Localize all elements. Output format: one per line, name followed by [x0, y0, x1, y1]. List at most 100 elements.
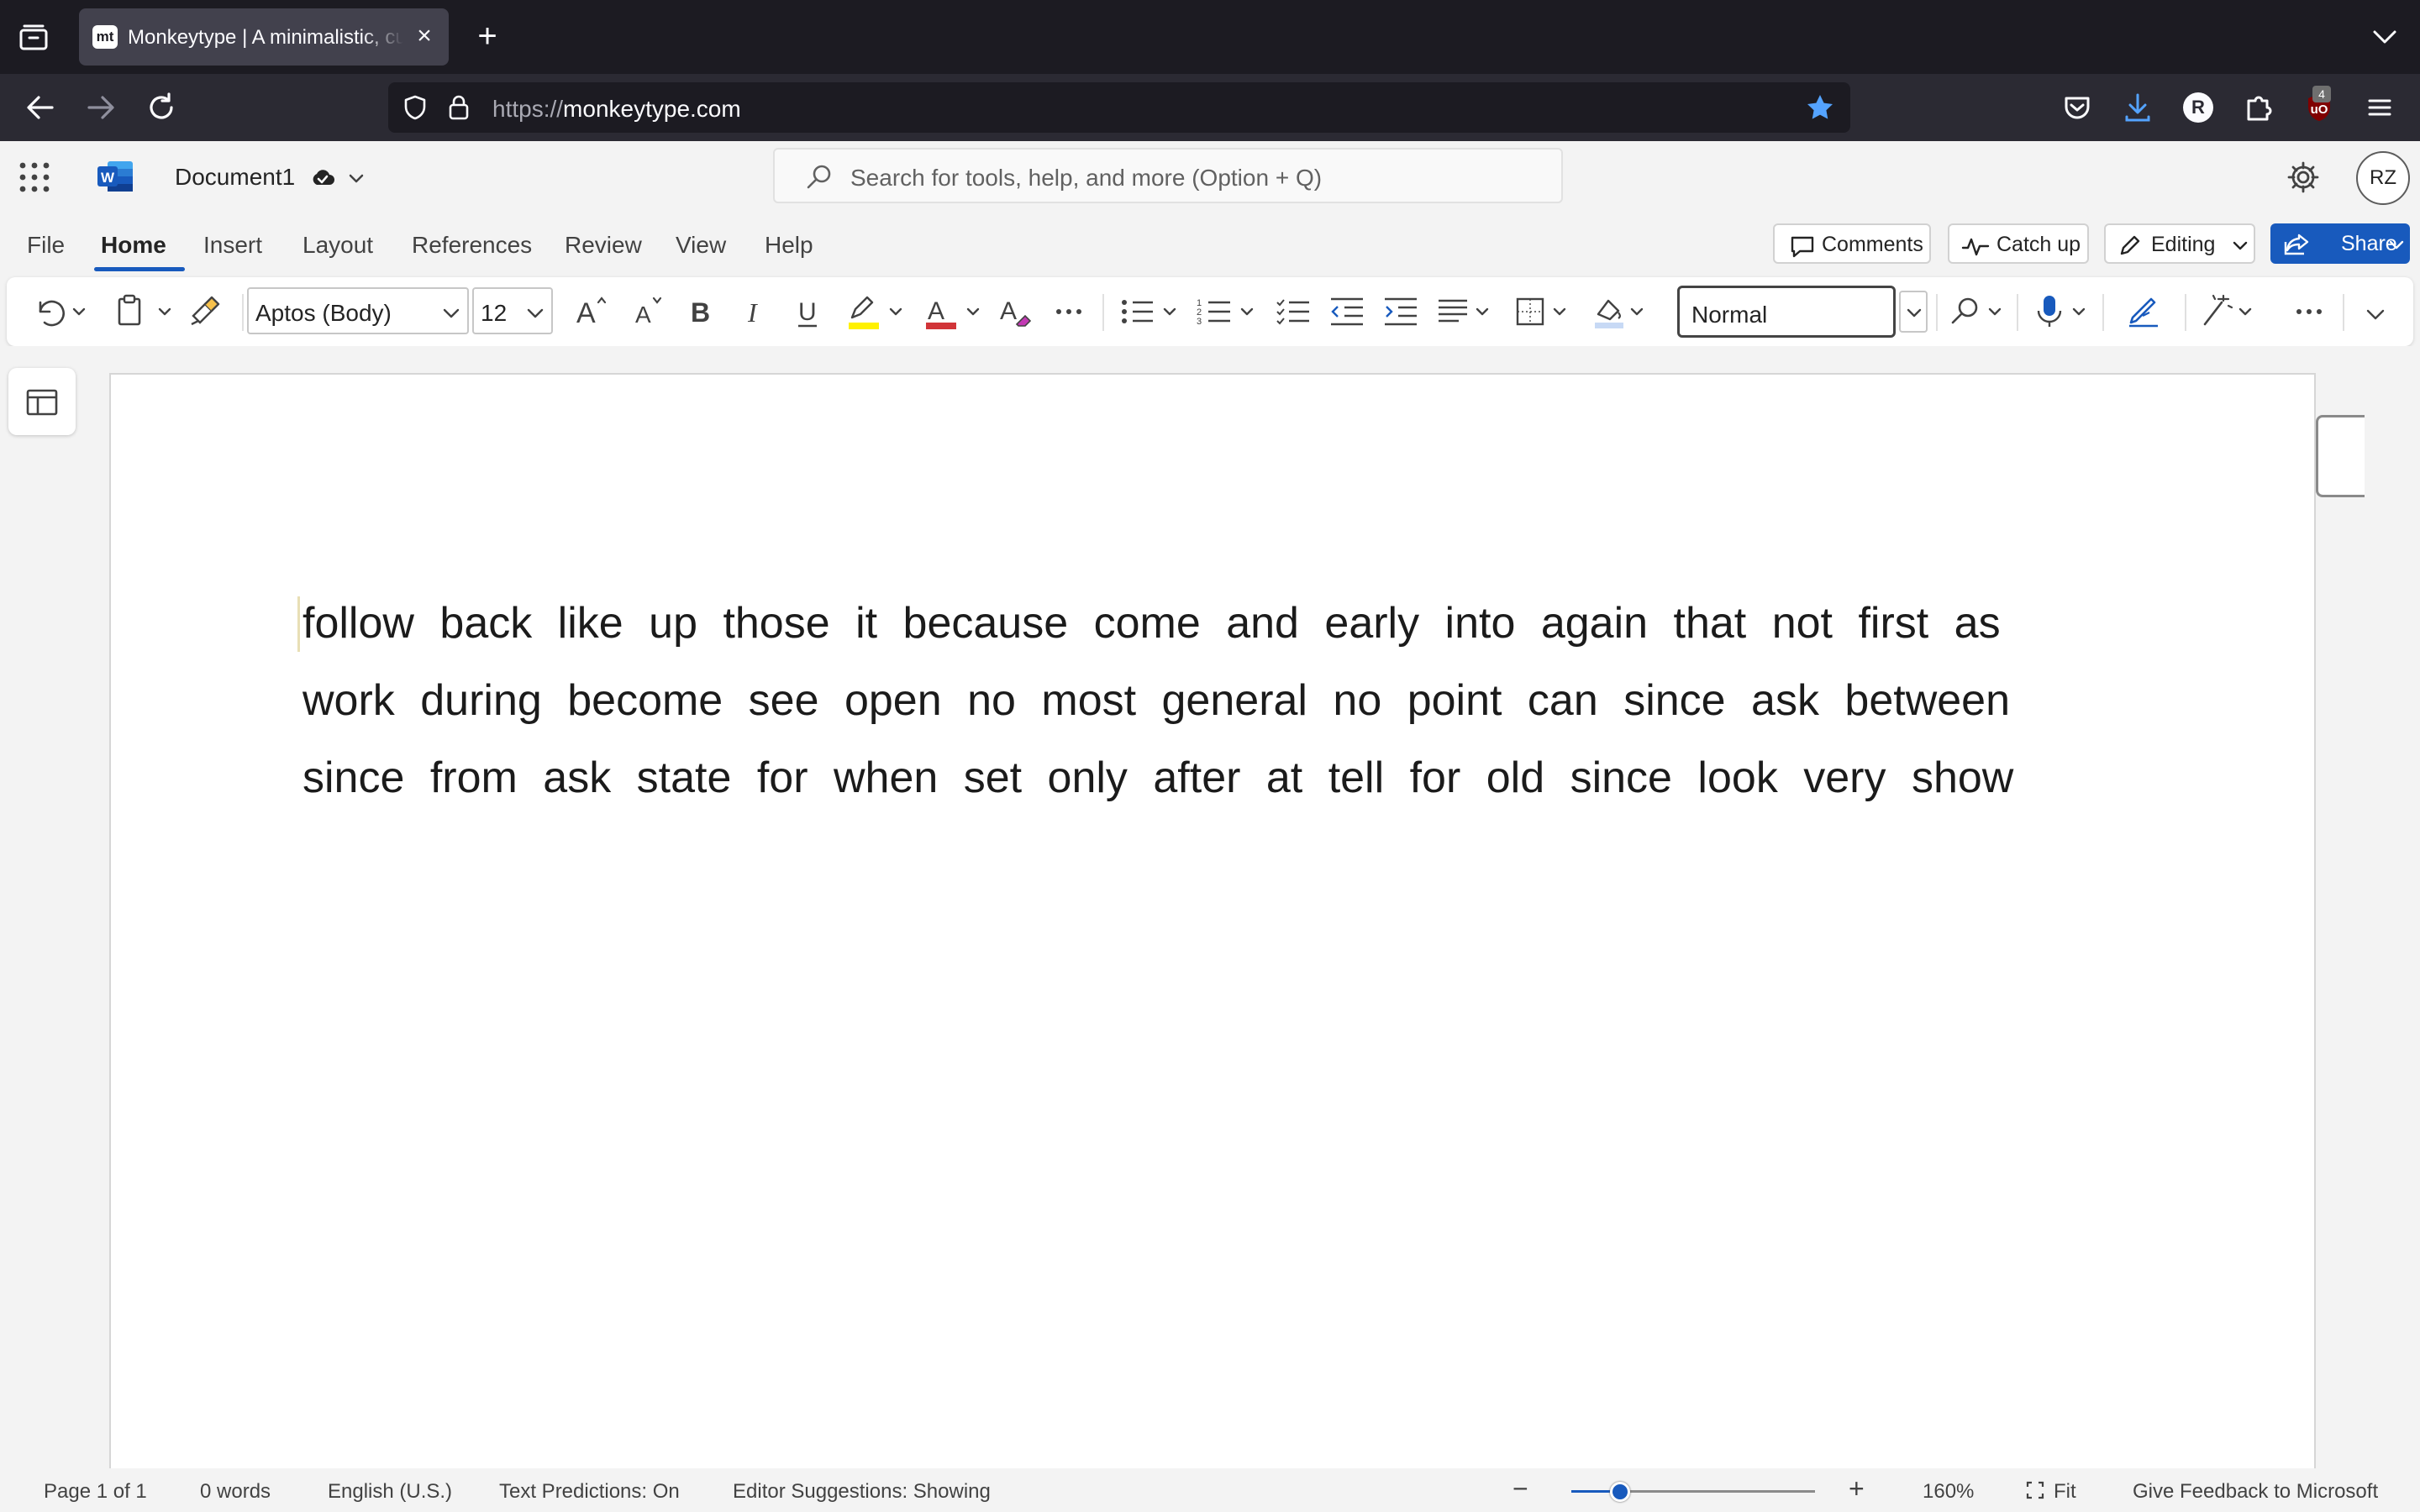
align-button[interactable] — [1434, 291, 1501, 333]
tab-overview-icon[interactable] — [18, 24, 49, 52]
tab-home[interactable]: Home — [101, 232, 166, 259]
editor-suggestions-status[interactable]: Editor Suggestions: Showing — [733, 1480, 991, 1504]
document-title[interactable]: Document1 — [175, 164, 295, 191]
tab-references[interactable]: References — [412, 232, 532, 259]
tab-list-chevron-icon[interactable] — [2370, 24, 2400, 50]
extension-count-badge: 4 — [2312, 86, 2331, 102]
tab-close-icon[interactable]: × — [412, 24, 437, 49]
new-tab-button[interactable]: + — [471, 19, 504, 54]
bullets-button[interactable] — [1116, 291, 1183, 333]
active-browser-tab[interactable]: mt Monkeytype | A minimalistic, customiz… — [79, 8, 449, 66]
checklist-icon[interactable] — [1272, 291, 1314, 333]
settings-gear-icon[interactable] — [2286, 160, 2321, 195]
monkeytype-favicon-icon: mt — [92, 25, 118, 49]
profile-avatar[interactable]: R — [2183, 92, 2213, 123]
back-button[interactable] — [22, 89, 59, 126]
more-options-icon[interactable] — [2289, 291, 2331, 333]
page-count[interactable]: Page 1 of 1 — [44, 1480, 147, 1504]
clear-formatting-icon[interactable]: A — [995, 291, 1037, 333]
text-predictions-status[interactable]: Text Predictions: On — [499, 1480, 680, 1504]
word-logo-icon[interactable]: W — [96, 160, 134, 193]
grow-font-icon[interactable]: A — [571, 291, 613, 333]
catch-up-button[interactable]: Catch up — [1948, 223, 2089, 264]
tab-insert[interactable]: Insert — [203, 232, 262, 259]
fit-button[interactable]: Fit — [2054, 1480, 2076, 1504]
tab-title: Monkeytype | A minimalistic, customizabl… — [128, 26, 403, 49]
style-gallery-chevron[interactable] — [1899, 291, 1928, 333]
tab-file[interactable]: File — [27, 232, 65, 259]
numbering-button[interactable]: 123 — [1193, 291, 1260, 333]
font-size-dropdown[interactable]: 12 — [472, 287, 553, 334]
zoom-level[interactable]: 160% — [1923, 1480, 1974, 1504]
decrease-indent-icon[interactable] — [1326, 291, 1368, 333]
tab-help[interactable]: Help — [765, 232, 813, 259]
address-bar[interactable]: https://monkeytype.com — [388, 82, 1850, 133]
editor-pen-icon[interactable] — [2124, 291, 2166, 333]
editing-mode-button[interactable]: Editing — [2104, 223, 2255, 264]
dictate-button[interactable] — [2030, 291, 2097, 333]
document-canvas: follow back like up those it because com… — [0, 346, 2420, 1468]
word-count[interactable]: 0 words — [200, 1480, 271, 1504]
forward-button[interactable] — [82, 89, 119, 126]
separator — [2185, 294, 2186, 331]
designer-button[interactable] — [2196, 291, 2264, 333]
font-color-button[interactable]: A — [919, 291, 986, 333]
increase-indent-icon[interactable] — [1380, 291, 1422, 333]
paste-button[interactable] — [111, 291, 178, 333]
zoom-slider[interactable] — [1571, 1482, 1815, 1502]
shrink-font-icon[interactable]: A — [629, 291, 671, 333]
downloads-icon[interactable] — [2119, 89, 2156, 126]
highlight-color-button[interactable] — [842, 291, 909, 333]
italic-button[interactable]: I — [736, 291, 773, 333]
tab-view[interactable]: View — [676, 232, 726, 259]
chevron-down-icon — [527, 308, 544, 318]
language-indicator[interactable]: English (U.S.) — [328, 1480, 452, 1504]
tracking-shield-icon[interactable] — [402, 94, 429, 121]
svg-text:3: 3 — [1197, 317, 1202, 327]
doc-menu-chevron-icon[interactable] — [346, 168, 366, 188]
tab-review[interactable]: Review — [565, 232, 642, 259]
paragraph-style-box[interactable]: Normal — [1677, 286, 1896, 338]
separator — [2102, 294, 2104, 331]
svg-text:B: B — [691, 297, 710, 328]
borders-button[interactable] — [1511, 291, 1578, 333]
lock-icon[interactable] — [447, 94, 471, 121]
extensions-puzzle-icon[interactable] — [2240, 89, 2277, 126]
hamburger-menu-icon[interactable] — [2361, 89, 2398, 126]
svg-text:I: I — [747, 297, 758, 328]
collapse-ribbon-chevron-icon[interactable] — [2360, 291, 2393, 333]
pocket-icon[interactable] — [2059, 89, 2096, 126]
search-box[interactable]: Search for tools, help, and more (Option… — [773, 148, 1563, 203]
app-launcher-waffle-icon[interactable] — [18, 161, 50, 193]
zoom-slider-thumb[interactable] — [1610, 1482, 1630, 1502]
svg-text:uO: uO — [2311, 102, 2328, 117]
zoom-out-button[interactable]: − — [1512, 1473, 1528, 1504]
url-text: https://monkeytype.com — [492, 96, 741, 122]
share-button[interactable]: Share — [2270, 223, 2410, 264]
document-body-text[interactable]: follow back like up those it because com… — [302, 585, 2067, 816]
separator — [1102, 294, 1104, 331]
chevron-down-icon — [2389, 240, 2404, 249]
tab-layout[interactable]: Layout — [302, 232, 373, 259]
document-page[interactable]: follow back like up those it because com… — [109, 373, 2316, 1468]
underline-button[interactable]: U — [790, 291, 827, 333]
chevron-down-icon — [2233, 241, 2248, 250]
bookmark-star-icon[interactable] — [1805, 92, 1835, 123]
find-button[interactable] — [1946, 291, 2013, 333]
font-name-dropdown[interactable]: Aptos (Body) — [247, 287, 469, 334]
undo-button[interactable] — [32, 291, 91, 333]
navigation-pane-button[interactable] — [8, 368, 76, 435]
zoom-in-button[interactable]: + — [1849, 1473, 1865, 1504]
format-painter-icon[interactable] — [187, 291, 224, 333]
reload-button[interactable] — [143, 89, 180, 126]
comments-button[interactable]: Comments — [1773, 223, 1931, 264]
svg-text:A: A — [635, 302, 651, 328]
shading-button[interactable] — [1588, 291, 1655, 333]
bold-button[interactable]: B — [682, 291, 719, 333]
cloud-sync-status-icon[interactable] — [309, 165, 336, 192]
more-font-options-icon[interactable] — [1052, 291, 1089, 333]
vertical-scrollbar-thumb[interactable] — [2316, 415, 2365, 497]
svg-text:U: U — [798, 298, 817, 326]
feedback-link[interactable]: Give Feedback to Microsoft — [2133, 1480, 2378, 1504]
user-avatar[interactable]: RZ — [2356, 151, 2410, 205]
